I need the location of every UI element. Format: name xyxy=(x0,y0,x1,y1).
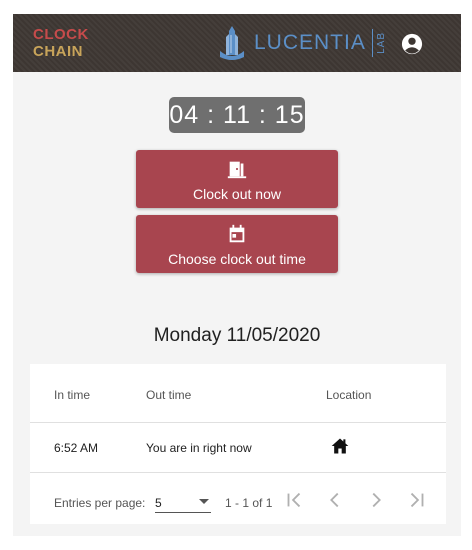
choose-clock-out-time-label: Choose clock out time xyxy=(168,251,306,267)
cell-out-time: You are in right now xyxy=(146,441,252,455)
clock-out-now-label: Clock out now xyxy=(193,186,281,202)
column-header-location[interactable]: Location xyxy=(326,388,371,402)
first-page-icon[interactable] xyxy=(283,489,305,511)
calendar-icon xyxy=(229,224,245,243)
entries-per-page-label: Entries per page: xyxy=(54,496,146,510)
home-icon xyxy=(331,438,349,454)
column-header-out-time[interactable]: Out time xyxy=(146,388,191,402)
row-divider xyxy=(30,472,446,473)
entries-table: In time Out time Location 6:52 AM You ar… xyxy=(30,364,446,524)
tower-icon xyxy=(220,26,244,60)
door-icon xyxy=(227,161,247,179)
date-heading: Monday 11/05/2020 xyxy=(153,325,321,346)
page-range: 1 - 1 of 1 xyxy=(225,496,273,510)
logo-line-2: CHAIN xyxy=(33,43,83,60)
last-page-icon[interactable] xyxy=(406,489,428,511)
clockchain-logo[interactable]: CLOCK CHAIN xyxy=(33,26,89,62)
entries-per-page-value: 5 xyxy=(155,496,162,510)
entries-per-page-select[interactable]: 5 xyxy=(155,492,211,513)
column-header-in-time[interactable]: In time xyxy=(54,388,90,402)
cell-in-time: 6:52 AM xyxy=(54,441,99,455)
brand-divider xyxy=(371,29,373,57)
lucentia-lab-logo: LUCENTIA LAB xyxy=(218,25,387,61)
clock-out-now-button[interactable]: Clock out now xyxy=(136,150,338,208)
chevron-down-icon xyxy=(199,499,209,504)
choose-clock-out-time-button[interactable]: Choose clock out time xyxy=(136,215,338,273)
app-frame: CLOCK CHAIN LUCENTIA LAB 04 : 11 : 15 Cl… xyxy=(13,14,461,536)
header-divider xyxy=(30,422,446,423)
logo-line-1: CLOCK xyxy=(33,26,89,43)
top-bar: CLOCK CHAIN LUCENTIA LAB xyxy=(13,14,461,72)
brand-sub: LAB xyxy=(375,32,387,54)
next-page-icon[interactable] xyxy=(365,489,387,511)
elapsed-timer: 04 : 11 : 15 xyxy=(169,97,305,133)
previous-page-icon[interactable] xyxy=(324,489,346,511)
account-circle-icon[interactable] xyxy=(401,33,423,55)
brand-name: LUCENTIA xyxy=(254,31,366,54)
